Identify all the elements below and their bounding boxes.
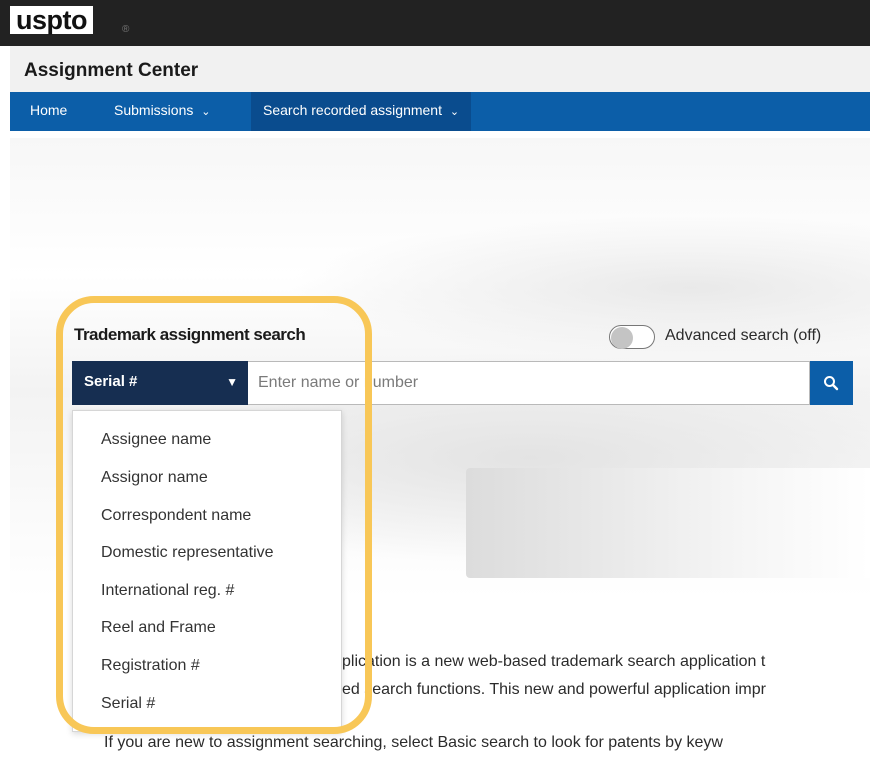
toggle-switch[interactable] <box>609 325 655 349</box>
highlight-annotation <box>56 296 372 734</box>
registered-mark-icon: ® <box>122 24 130 35</box>
chevron-down-icon: ⌄ <box>201 106 211 118</box>
nav-home[interactable]: Home <box>10 92 79 131</box>
toggle-knob <box>611 327 633 349</box>
search-icon <box>824 376 839 391</box>
main-nav: Home Submissions ⌄ Search recorded assig… <box>10 92 870 131</box>
nav-submissions-label: Submissions <box>114 102 194 118</box>
uspto-logo[interactable]: uspto <box>10 6 93 34</box>
description-line-1: plication is a new web-based trademark s… <box>342 653 766 670</box>
description-line-3: If you are new to assignment searching, … <box>104 734 723 751</box>
nav-home-label: Home <box>30 102 68 118</box>
chevron-down-icon: ⌄ <box>449 106 460 118</box>
hero-decoration <box>466 468 870 578</box>
description-line-2: ed search functions. This new and powerf… <box>342 681 766 698</box>
app-header: Assignment Center <box>10 46 870 92</box>
page-title: Assignment Center <box>24 60 199 81</box>
top-banner: uspto ® <box>0 0 870 46</box>
nav-search-recorded-assignment[interactable]: Search recorded assignment ⌄ <box>251 92 472 131</box>
advanced-search-label: Advanced search (off) <box>665 327 822 344</box>
nav-submissions[interactable]: Submissions ⌄ <box>102 92 220 131</box>
nav-search-label: Search recorded assignment <box>263 102 442 118</box>
search-button[interactable] <box>810 361 853 405</box>
